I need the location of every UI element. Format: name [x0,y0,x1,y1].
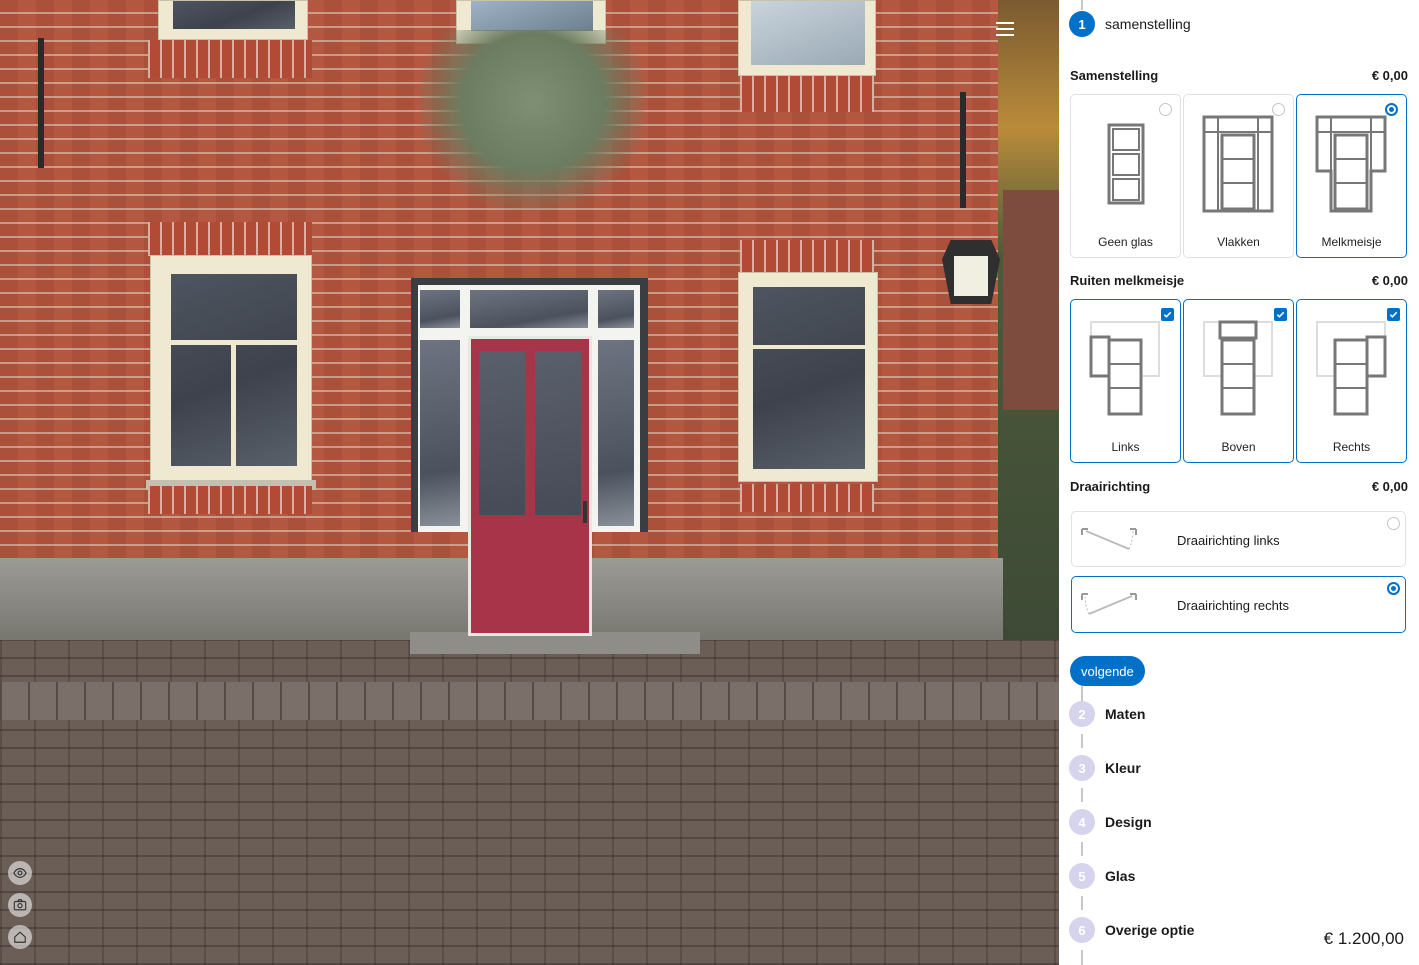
configurator-panel: 1 samenstelling Samenstelling € 0,00 Gee… [1059,0,1419,965]
window-left [150,255,312,481]
next-button[interactable]: volgende [1070,656,1145,686]
background-trees [998,0,1059,640]
step-label: samenstelling [1105,16,1191,32]
step-number: 6 [1069,917,1095,943]
option-draairichting-rechts[interactable]: Draairichting rechts [1071,576,1406,633]
option-boven[interactable]: Boven [1183,299,1294,463]
step-label: Kleur [1105,760,1141,776]
door-melkmeisje-icon [1315,115,1387,213]
radio-button-selected[interactable] [1387,582,1400,595]
step-6[interactable]: 6 Overige optie [1069,917,1194,943]
side-light-left [420,340,460,526]
option-links[interactable]: Links [1070,299,1181,463]
wall-lamp [942,240,1000,304]
section-title: Samenstelling [1070,68,1159,83]
door-swing-left-icon [1081,528,1137,550]
window-top-right [738,0,876,76]
door-vlakken-icon [1202,115,1274,213]
window-top-left [158,0,308,40]
downpipe [38,38,44,168]
door-geen-glas-icon [1107,123,1145,205]
step-number: 1 [1069,11,1095,37]
total-price: € 1.200,00 [1323,929,1404,948]
ruiten-header: Ruiten melkmeisje € 0,00 [1070,273,1408,288]
home-icon[interactable] [8,925,32,949]
3d-viewport[interactable] [0,0,1059,965]
step-5[interactable]: 5 Glas [1069,863,1135,889]
flower-box-plants [420,30,645,210]
option-draairichting-links[interactable]: Draairichting links [1071,511,1406,567]
section-title: Draairichting [1070,479,1151,494]
window-right [738,272,878,482]
step-label: Overige optie [1105,922,1195,938]
option-label: Rechts [1332,440,1371,454]
radio-button[interactable] [1387,517,1400,530]
samenstelling-header: Samenstelling € 0,00 [1070,68,1408,83]
step-2[interactable]: 2 Maten [1069,701,1145,727]
downpipe [960,92,966,208]
checkmark-icon [1276,311,1285,318]
option-melkmeisje[interactable]: Melkmeisje [1296,94,1407,258]
option-rechts[interactable]: Rechts [1296,299,1407,463]
neighbour-house [1003,190,1059,410]
option-vlakken[interactable]: Vlakken [1183,94,1294,258]
option-label: Melkmeisje [1321,235,1382,249]
section-price: € 0,00 [1371,273,1408,288]
ruit-boven-icon [1203,320,1273,416]
option-label: Draairichting links [1177,533,1280,548]
door-swing-right-icon [1081,593,1137,615]
step-label: Glas [1105,868,1136,884]
step-1[interactable]: 1 samenstelling [1069,11,1191,37]
step-number: 5 [1069,863,1095,889]
checkmark-icon [1163,311,1172,318]
hamburger-icon[interactable] [996,22,1014,36]
side-light-right [598,340,634,526]
front-door [468,336,592,636]
eye-icon[interactable] [8,861,32,885]
step-number: 4 [1069,809,1095,835]
checkmark-icon [1389,311,1398,318]
option-label: Vlakken [1217,235,1260,249]
section-title: Ruiten melkmeisje [1070,273,1185,288]
draairichting-header: Draairichting € 0,00 [1070,479,1408,494]
option-label: Geen glas [1098,235,1153,249]
ruit-links-icon [1089,321,1160,416]
option-label: Boven [1221,440,1256,454]
camera-icon[interactable] [8,893,32,917]
section-price: € 0,00 [1371,68,1408,83]
option-label: Links [1111,440,1140,454]
option-label: Draairichting rechts [1177,598,1289,613]
step-number: 2 [1069,701,1095,727]
ruit-rechts-icon [1316,321,1387,416]
step-label: Maten [1105,706,1146,722]
option-geen-glas[interactable]: Geen glas [1070,94,1181,258]
step-3[interactable]: 3 Kleur [1069,755,1141,781]
step-4[interactable]: 4 Design [1069,809,1152,835]
step-label: Design [1105,814,1152,830]
curb [0,682,1059,720]
section-price: € 0,00 [1371,479,1408,494]
step-number: 3 [1069,755,1095,781]
